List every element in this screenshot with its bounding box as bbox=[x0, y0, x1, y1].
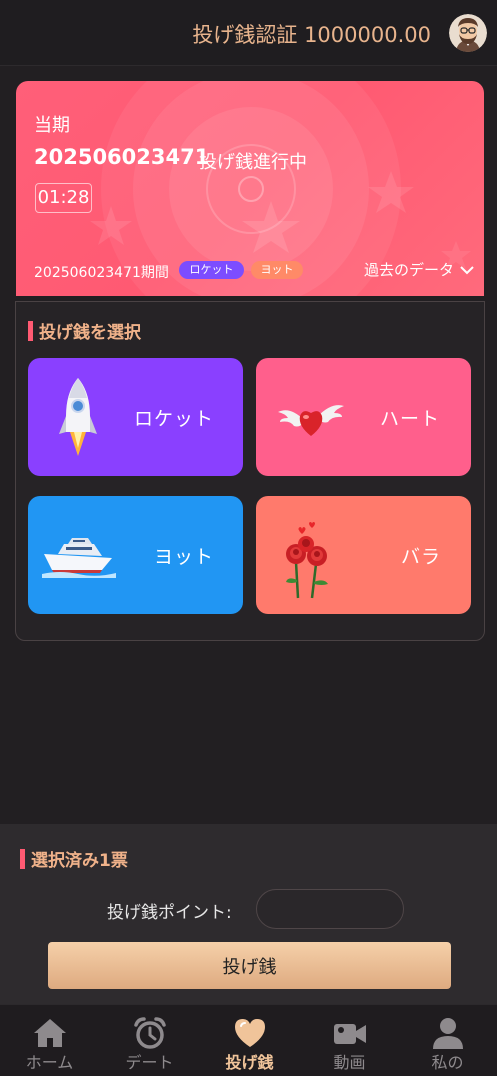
rocket-icon bbox=[59, 378, 97, 456]
user-icon bbox=[433, 1018, 463, 1049]
period-issue: 202506023471 bbox=[34, 145, 210, 169]
accent-bar bbox=[20, 848, 25, 869]
gift-label-yacht: ヨット bbox=[154, 546, 215, 568]
nav-date[interactable]: デート bbox=[100, 1005, 199, 1076]
bottom-nav: ホーム デート 投げ銭 動画 私の bbox=[0, 1004, 497, 1076]
gift-rose-button[interactable]: バラ bbox=[256, 496, 471, 614]
nav-tip[interactable]: 投げ銭 bbox=[200, 1005, 299, 1076]
gift-label-rose: バラ bbox=[401, 546, 442, 568]
period-status: 投げ銭進行中 bbox=[199, 152, 307, 173]
home-icon bbox=[34, 1019, 66, 1047]
gift-rocket-button[interactable]: ロケット bbox=[28, 358, 243, 476]
nav-label-mine: 私の bbox=[431, 1053, 464, 1072]
section-title: 投げ銭を選択 bbox=[39, 323, 141, 343]
nav-label-home: ホーム bbox=[25, 1053, 74, 1072]
page: 投げ銭認証 1000000.00 当期 202506023471 投げ銭進行中 … bbox=[0, 0, 497, 1076]
yacht-icon bbox=[42, 538, 116, 578]
chevron-down-icon bbox=[460, 265, 474, 274]
gift-label-rocket: ロケット bbox=[134, 408, 215, 430]
gift-select-section: 投げ銭を選択 ロケット ハート ヨット バラ bbox=[15, 301, 485, 641]
nav-mine[interactable]: 私の bbox=[398, 1005, 497, 1076]
history-button[interactable]: 過去のデータ bbox=[364, 259, 474, 280]
nav-video[interactable]: 動画 bbox=[300, 1005, 399, 1076]
result-badge-rocket: ロケット bbox=[179, 261, 244, 279]
balance-title: 投げ銭認証 1000000.00 bbox=[192, 23, 431, 47]
nav-label-date: デート bbox=[125, 1053, 174, 1072]
section-header: 投げ銭を選択 bbox=[28, 318, 141, 343]
nav-label-tip: 投げ銭 bbox=[225, 1053, 274, 1072]
header: 投げ銭認証 1000000.00 bbox=[0, 0, 497, 66]
accent-bar bbox=[28, 320, 33, 341]
winged-heart-icon bbox=[278, 405, 344, 436]
avatar[interactable] bbox=[449, 14, 487, 52]
heart-icon bbox=[235, 1019, 265, 1047]
countdown-timer: 01:28 bbox=[35, 183, 92, 213]
period-label: 当期 bbox=[34, 115, 70, 136]
points-input[interactable] bbox=[256, 889, 404, 929]
selection-header: 選択済み1票 bbox=[20, 846, 128, 871]
alarm-clock-icon bbox=[134, 1017, 166, 1049]
history-label: 過去のデータ bbox=[363, 261, 454, 279]
last-period-issue: 202506023471期間 bbox=[34, 265, 169, 281]
selection-title: 選択済み1票 bbox=[31, 851, 128, 871]
nav-label-video: 動画 bbox=[333, 1053, 366, 1072]
gift-heart-button[interactable]: ハート bbox=[256, 358, 471, 476]
gift-label-heart: ハート bbox=[380, 408, 441, 430]
result-badge-yacht: ヨット bbox=[251, 261, 303, 279]
points-label: 投げ銭ポイント: bbox=[107, 903, 232, 923]
rose-icon bbox=[286, 522, 328, 599]
nav-home[interactable]: ホーム bbox=[0, 1005, 99, 1076]
selection-panel: 選択済み1票 投げ銭ポイント: 投げ銭 bbox=[0, 824, 497, 1004]
period-card: 当期 202506023471 投げ銭進行中 01:28 20250602347… bbox=[16, 81, 484, 296]
gift-yacht-button[interactable]: ヨット bbox=[28, 496, 243, 614]
submit-tip-button[interactable]: 投げ銭 bbox=[48, 942, 451, 989]
video-icon bbox=[334, 1024, 366, 1044]
